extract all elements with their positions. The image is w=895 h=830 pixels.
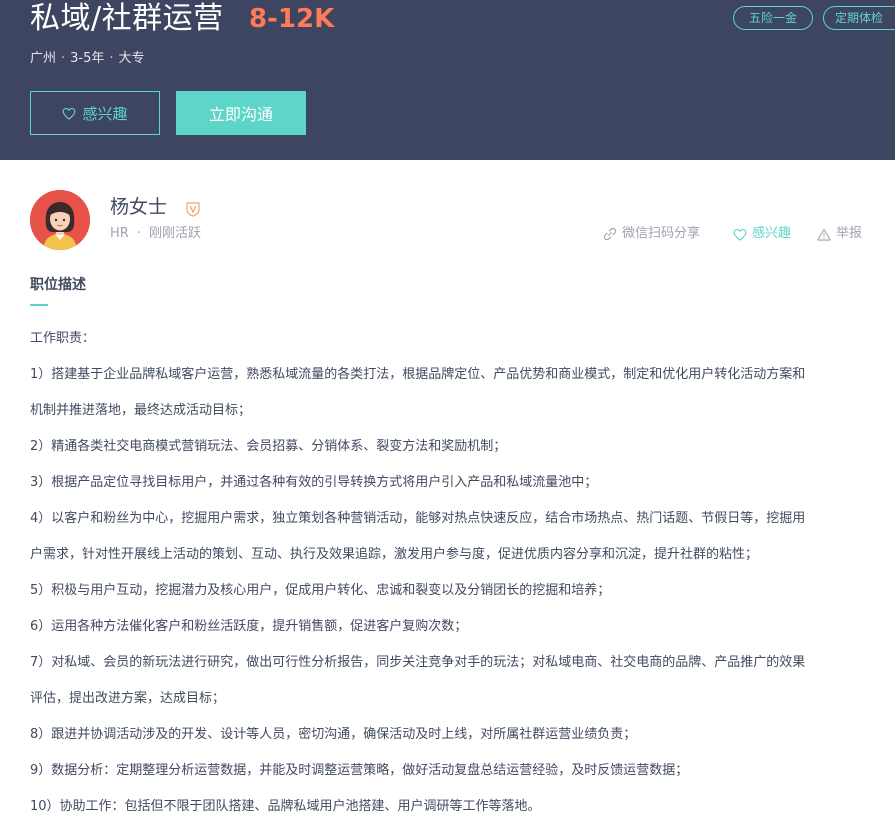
benefit-tag: 五险一金: [733, 6, 813, 30]
description-line: 5）积极与用户互动，挖掘潜力及核心用户，促成用户转化、忠诚和裂变以及分销团长的挖…: [30, 583, 611, 598]
description-line: 4）以客户和粉丝为中心，挖掘用户需求，独立策划各种营销活动，能够对热点快速反应，…: [30, 511, 806, 526]
description-line: 8）跟进并协调活动涉及的开发、设计等人员，密切沟通，确保活动及时上线，对所属社群…: [30, 727, 637, 742]
job-header-banner: 私域/社群运营 8-12K 广州 · 3-5年 · 大专 五险一金 定期体检 感兴趣 立…: [0, 0, 895, 160]
report-label: 举报: [836, 226, 863, 241]
job-experience: 3-5年: [70, 51, 105, 66]
interest-button[interactable]: 感兴趣: [30, 91, 160, 135]
warning-icon: [817, 228, 831, 241]
link-icon: [603, 227, 617, 241]
meta-dot: ·: [109, 51, 114, 66]
description-line: 户需求，针对性开展线上活动的策划、互动、执行及效果追踪，激发用户参与度，促进优质…: [30, 547, 759, 562]
description-line: 评估，提出改进方案，达成目标；: [30, 691, 226, 706]
recruiter-separator: ·: [136, 226, 141, 241]
share-label: 微信扫码分享: [622, 226, 701, 241]
recruiter-activity: 刚刚活跃: [148, 226, 201, 241]
description-line: 1）搭建基于企业品牌私域客户运营，熟悉私域流量的各类打法，根据品牌定位、产品优势…: [30, 367, 806, 382]
report-link[interactable]: 举报: [817, 225, 862, 243]
description-line: 3）根据产品定位寻找目标用户，并通过各种有效的引导转换方式将用户引入产品和私域流…: [30, 475, 598, 490]
heart-icon: [733, 228, 747, 241]
description-line: 10）协助工作：包括但不限于团队搭建、品牌私域用户池搭建、用户调研等工作等落地。: [30, 799, 541, 814]
interest-link-label: 感兴趣: [752, 226, 792, 241]
chat-now-button[interactable]: 立即沟通: [176, 91, 306, 135]
recruiter-status-line: HR · 刚刚活跃: [110, 225, 201, 243]
benefit-tag: 定期体检: [823, 6, 895, 30]
job-description-body: 工作职责： 1）搭建基于企业品牌私域客户运营，熟悉私域流量的各类打法，根据品牌定…: [30, 321, 870, 825]
description-line: 工作职责：: [30, 331, 96, 346]
verified-badge-icon: [186, 202, 200, 217]
section-title-underline: [30, 304, 48, 306]
job-description-title: 职位描述: [30, 277, 86, 293]
description-line: 9）数据分析：定期整理分析运营数据，并能及时调整运营策略，做好活动复盘总结运营经…: [30, 763, 689, 778]
description-line: 6）运用各种方法催化客户和粉丝活跃度，提升销售额，促进客户复购次数；: [30, 619, 468, 634]
job-title: 私域/社群运营: [30, 1, 224, 36]
job-meta: 广州 · 3-5年 · 大专: [30, 50, 145, 68]
meta-dot: ·: [61, 51, 66, 66]
description-line: 7）对私域、会员的新玩法进行研究，做出可行性分析报告，同步关注竞争对手的玩法；对…: [30, 655, 806, 670]
description-line: 2）精通各类社交电商模式营销玩法、会员招募、分销体系、裂变方法和奖励机制；: [30, 439, 507, 454]
job-education: 大专: [118, 51, 145, 66]
heart-icon: [63, 107, 76, 120]
recruiter-role: HR: [110, 226, 129, 241]
job-salary: 8-12K: [249, 4, 335, 34]
avatar-illustration: [30, 190, 90, 250]
recruiter-name: 杨女士: [110, 196, 168, 218]
job-city: 广州: [30, 51, 57, 66]
description-line: 机制并推进落地，最终达成活动目标；: [30, 403, 252, 418]
interest-link[interactable]: 感兴趣: [733, 225, 791, 243]
interest-button-label: 感兴趣: [82, 104, 128, 123]
wechat-share-link[interactable]: 微信扫码分享: [603, 225, 700, 243]
recruiter-avatar: [30, 190, 90, 250]
